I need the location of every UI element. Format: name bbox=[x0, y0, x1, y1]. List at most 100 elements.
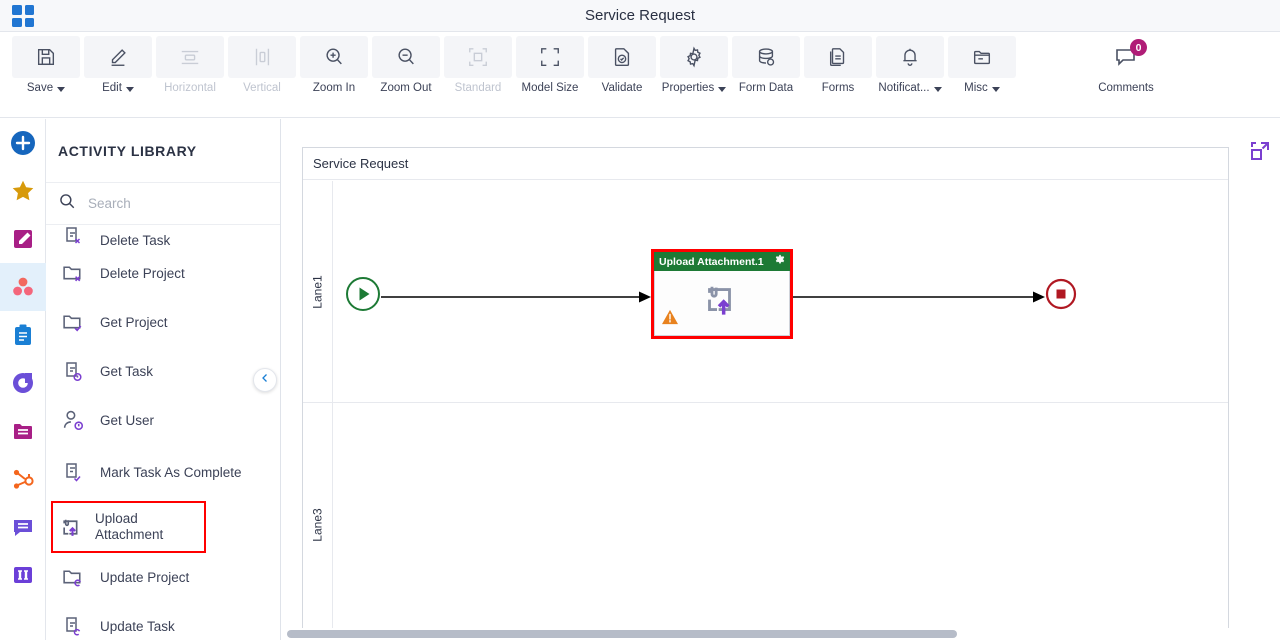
search-icon bbox=[58, 192, 76, 215]
end-event[interactable] bbox=[1045, 278, 1077, 315]
bell-icon bbox=[876, 36, 944, 78]
add-icon[interactable] bbox=[0, 119, 46, 167]
list-item[interactable]: Delete Project bbox=[46, 249, 280, 298]
gear-icon bbox=[660, 36, 728, 78]
validate-button[interactable]: Validate bbox=[586, 36, 658, 112]
chevron-down-icon bbox=[718, 86, 727, 92]
clipboard-icon[interactable] bbox=[0, 311, 46, 359]
node-settings-gear-icon[interactable] bbox=[774, 254, 786, 269]
model-size-icon bbox=[516, 36, 584, 78]
expand-diagram-icon[interactable] bbox=[1248, 139, 1272, 168]
process-pool[interactable]: Service Request Lane1 Upload Attachment.… bbox=[302, 147, 1229, 640]
lanes-container: Lane1 Upload Attachment.1 Lane3 bbox=[303, 181, 1228, 640]
lane-row[interactable]: Lane1 Upload Attachment.1 bbox=[303, 181, 1228, 403]
save-button[interactable]: Save bbox=[10, 36, 82, 112]
validate-label: Validate bbox=[601, 82, 643, 94]
align-vertical-icon bbox=[228, 36, 296, 78]
comments-label: Comments bbox=[1098, 82, 1154, 94]
library-search-row[interactable] bbox=[46, 183, 280, 225]
list-item[interactable]: Get Project bbox=[46, 298, 280, 347]
horizontal-align-button[interactable]: Horizontal bbox=[154, 36, 226, 112]
list-item[interactable]: Delete Task bbox=[46, 225, 280, 249]
horizontal-label: Horizontal bbox=[164, 82, 216, 94]
edit-button[interactable]: Edit bbox=[82, 36, 154, 112]
list-item[interactable]: Get User bbox=[46, 396, 280, 445]
lane-row[interactable]: Lane3 bbox=[303, 403, 1228, 640]
zoom-out-button[interactable]: Zoom Out bbox=[370, 36, 442, 112]
chevron-down-icon bbox=[991, 86, 1000, 92]
list-item[interactable]: Get Task bbox=[46, 347, 280, 396]
node-header: Upload Attachment.1 bbox=[654, 252, 790, 271]
task-node-upload-attachment[interactable]: Upload Attachment.1 bbox=[651, 249, 793, 339]
list-item[interactable]: Update Project bbox=[46, 553, 280, 602]
page-title: Service Request bbox=[584, 6, 696, 24]
activity-library-panel: ACTIVITY LIBRARY Delete Task bbox=[46, 119, 281, 640]
list-item-label: Get Project bbox=[100, 314, 168, 330]
list-item-label: Update Project bbox=[100, 569, 190, 585]
lane-header[interactable]: Lane1 bbox=[303, 181, 333, 402]
list-item-label: Update Task bbox=[100, 618, 175, 634]
hubspot-icon[interactable] bbox=[0, 455, 46, 503]
standard-size-icon bbox=[444, 36, 512, 78]
node-body bbox=[654, 271, 790, 336]
save-label: Save bbox=[26, 82, 54, 94]
application-window: Service Request Save Edit Horizontal Ver… bbox=[0, 0, 1280, 640]
zoom-in-icon bbox=[300, 36, 368, 78]
edit-square-icon[interactable] bbox=[0, 215, 46, 263]
save-icon bbox=[12, 36, 80, 78]
list-item[interactable]: Mark Task As Complete bbox=[46, 445, 280, 501]
form-data-label: Form Data bbox=[738, 82, 794, 94]
comment-icon bbox=[1092, 36, 1160, 78]
sequence-flow-1[interactable] bbox=[381, 291, 651, 303]
misc-folder-icon bbox=[948, 36, 1016, 78]
collapse-panel-button[interactable] bbox=[253, 368, 277, 392]
diagram-canvas[interactable]: Service Request Lane1 Upload Attachment.… bbox=[281, 119, 1280, 640]
list-item-label: Delete Task bbox=[100, 233, 171, 248]
properties-button[interactable]: Properties bbox=[658, 36, 730, 112]
lane-body[interactable]: Upload Attachment.1 bbox=[333, 181, 1228, 402]
favorites-star-icon[interactable] bbox=[0, 167, 46, 215]
columns-icon[interactable] bbox=[0, 551, 46, 599]
vertical-align-button[interactable]: Vertical bbox=[226, 36, 298, 112]
list-item[interactable]: Update Task bbox=[46, 602, 280, 640]
forms-button[interactable]: Forms bbox=[802, 36, 874, 112]
activities-icon[interactable] bbox=[0, 263, 46, 311]
model-size-label: Model Size bbox=[521, 82, 579, 94]
list-item-label: Delete Project bbox=[100, 265, 185, 281]
chevron-down-icon bbox=[57, 86, 66, 92]
forms-label: Forms bbox=[821, 82, 855, 94]
lane-label: Lane1 bbox=[310, 274, 325, 309]
title-bar: Service Request bbox=[0, 0, 1280, 32]
database-icon bbox=[732, 36, 800, 78]
warning-triangle-icon[interactable] bbox=[661, 309, 679, 330]
form-data-button[interactable]: Form Data bbox=[730, 36, 802, 112]
search-input[interactable] bbox=[88, 196, 248, 211]
comments-button[interactable]: 0 Comments bbox=[1090, 36, 1162, 112]
chat-icon[interactable] bbox=[0, 503, 46, 551]
comments-count-badge: 0 bbox=[1130, 39, 1147, 56]
delete-project-icon bbox=[60, 261, 86, 286]
standard-size-button[interactable]: Standard bbox=[442, 36, 514, 112]
delete-task-icon bbox=[60, 225, 86, 249]
misc-button[interactable]: Misc bbox=[946, 36, 1018, 112]
start-event[interactable] bbox=[345, 276, 381, 317]
zoom-in-button[interactable]: Zoom In bbox=[298, 36, 370, 112]
horizontal-scrollbar-thumb[interactable] bbox=[287, 630, 957, 638]
validate-icon bbox=[588, 36, 656, 78]
list-item-upload-attachment[interactable]: Upload Attachment bbox=[51, 501, 206, 553]
forms-icon bbox=[804, 36, 872, 78]
lane-body[interactable] bbox=[333, 403, 1228, 640]
list-item-label: Get Task bbox=[100, 363, 154, 379]
folder-icon[interactable] bbox=[0, 407, 46, 455]
node-title: Upload Attachment.1 bbox=[659, 255, 764, 268]
sequence-flow-2[interactable] bbox=[793, 291, 1045, 303]
integration-icon[interactable] bbox=[0, 359, 46, 407]
lane-header[interactable]: Lane3 bbox=[303, 403, 333, 640]
get-project-icon bbox=[60, 310, 86, 335]
model-size-button[interactable]: Model Size bbox=[514, 36, 586, 112]
align-horizontal-icon bbox=[156, 36, 224, 78]
notifications-button[interactable]: Notificat... bbox=[874, 36, 946, 112]
misc-label: Misc bbox=[964, 82, 988, 94]
zoom-out-label: Zoom Out bbox=[380, 82, 432, 94]
chevron-down-icon bbox=[125, 86, 134, 92]
